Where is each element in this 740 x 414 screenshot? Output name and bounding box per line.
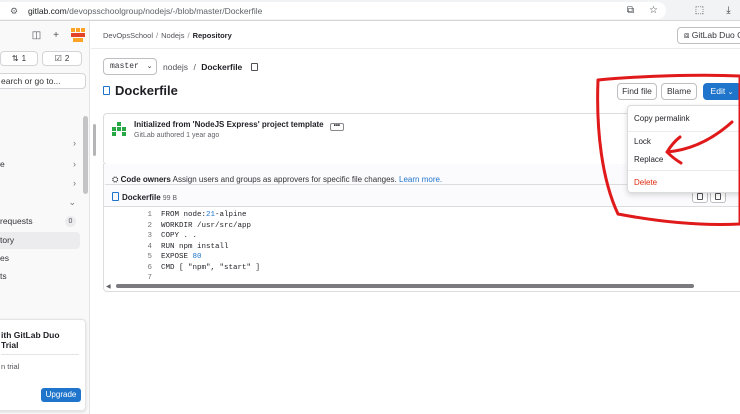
duo-chat-icon: ⧈ (684, 30, 690, 40)
sidebar-item[interactable]: › (0, 175, 80, 192)
todo-icon: ☑ (54, 54, 62, 63)
sidebar-item-branches[interactable]: es (0, 250, 80, 267)
line-number[interactable]: 7 (138, 273, 152, 284)
learn-more-link[interactable]: Learn more. (399, 175, 442, 184)
merge-request-icon: ⇅ (11, 54, 19, 63)
code-line: 1 FROM node:21-alpine (104, 210, 740, 221)
main-content: DevOpsSchool / Nodejs / Repository ⧈ GitLab … (91, 21, 740, 414)
file-name: Dockerfile (122, 193, 161, 202)
code-line: 3 COPY . . (104, 231, 740, 242)
count-badge: 0 (65, 216, 76, 227)
upgrade-button[interactable]: Upgrade (41, 388, 81, 402)
line-source: EXPOSE 80 (161, 253, 202, 261)
plus-icon[interactable]: + (53, 30, 59, 41)
promo-title: ith GitLab Duo Trial (1, 330, 60, 350)
edit-dropdown-menu: Copy permalink Lock Replace Delete (627, 105, 740, 193)
edit-button[interactable]: Edit ⌄ (703, 83, 740, 100)
line-number[interactable]: 5 (138, 252, 152, 263)
menu-item-copy-permalink[interactable]: Copy permalink (634, 113, 740, 125)
line-source: RUN npm install (161, 242, 229, 251)
path-root-link[interactable]: nodejs (163, 62, 188, 72)
address-bar[interactable]: ⚙ gitlab.com/devopsschoolgroup/nodejs/-/… (0, 2, 666, 19)
extensions-icon[interactable]: ⬚ (693, 4, 706, 17)
menu-item-replace[interactable]: Replace (634, 154, 740, 166)
url-text: gitlab.com/devopsschoolgroup/nodejs/-/bl… (28, 5, 263, 16)
file-icon (103, 86, 110, 95)
file-viewer: Dockerfile 99 B 1 FROM node:21-alpine 2 WORK… (103, 184, 740, 292)
breadcrumb: DevOpsSchool / Nodejs / Repository (103, 31, 232, 40)
code-line: 7 (104, 273, 740, 284)
avatar[interactable] (71, 28, 85, 42)
top-bar: DevOpsSchool / Nodejs / Repository ⧈ GitLab … (91, 21, 740, 49)
breadcrumb-item[interactable]: Nodejs (161, 31, 184, 40)
menu-item-delete[interactable]: Delete (634, 177, 740, 189)
chevron-down-icon: ⌄ (146, 63, 153, 71)
line-number[interactable]: 4 (138, 242, 152, 253)
chevron-right-icon: › (73, 178, 76, 188)
sidebar-item-repository[interactable]: tory (0, 232, 80, 249)
horizontal-scrollbar[interactable]: ◀ (104, 283, 740, 290)
code-content: 1 FROM node:21-alpine 2 WORKDIR /usr/src/ap… (104, 210, 740, 284)
code-line: 4 RUN npm install (104, 242, 740, 253)
breadcrumb-current[interactable]: Repository (193, 31, 232, 40)
code-line: 6 CMD [ "npm", "start" ] (104, 263, 740, 274)
line-number[interactable]: 6 (138, 263, 152, 274)
copy-path-icon[interactable] (250, 63, 258, 71)
sidebar-scrollbar[interactable] (83, 116, 88, 194)
line-number[interactable]: 1 (138, 210, 152, 221)
menu-item-lock[interactable]: Lock (634, 136, 740, 148)
file-size: 99 B (162, 195, 178, 202)
sidebar-item-merge-requests[interactable]: requests 0 (0, 213, 80, 230)
merge-requests-chip[interactable]: ⇅ 1 (0, 51, 38, 66)
avatar (112, 122, 126, 136)
code-line: 2 WORKDIR /usr/src/app (104, 221, 740, 232)
line-number[interactable]: 2 (138, 221, 152, 232)
commit-title[interactable]: Initialized from 'NodeJS Express' projec… (134, 120, 344, 131)
todos-chip[interactable]: ☑ 2 (42, 51, 82, 66)
bookmark-star-icon[interactable]: ☆ (647, 4, 660, 17)
gitlab-duo-button[interactable]: ⧈ GitLab Duo C (677, 27, 740, 44)
site-info-icon[interactable]: ⚙ (8, 5, 20, 17)
search-input[interactable]: earch or go to... (0, 73, 86, 89)
code-line: 5 EXPOSE 80 (104, 252, 740, 263)
duo-trial-card: ith GitLab Duo Trial n trial Upgrade (0, 319, 86, 411)
path-file: Dockerfile (201, 62, 243, 72)
line-source: COPY . . (161, 232, 198, 240)
copy-icon (697, 193, 703, 200)
blame-button[interactable]: Blame (661, 83, 697, 100)
file-icon (112, 192, 119, 201)
sidebar-item-commits[interactable]: ts (0, 268, 80, 285)
sidebar-item[interactable]: e › (0, 156, 80, 173)
scrollbar-thumb[interactable] (116, 284, 694, 288)
more-options-icon[interactable]: ••• (329, 123, 344, 131)
line-source: CMD [ "npm", "start" ] (161, 263, 261, 272)
line-source: FROM node:21-alpine (161, 211, 247, 219)
line-source: WORKDIR /usr/src/app (161, 221, 252, 230)
page-title: Dockerfile (103, 83, 178, 98)
install-app-icon[interactable]: ⧉ (624, 4, 637, 17)
find-file-button[interactable]: Find file (617, 83, 657, 100)
content-scrollbar[interactable] (93, 124, 96, 156)
last-commit: Initialized from 'NodeJS Express' projec… (103, 113, 643, 165)
scroll-left-icon[interactable]: ◀ (106, 283, 111, 290)
chevron-right-icon: › (73, 138, 76, 148)
sidebar-item[interactable]: › (0, 135, 80, 152)
browser-toolbar: ⚙ gitlab.com/devopsschoolgroup/nodejs/-/… (0, 0, 740, 21)
chevron-down-icon: ⌄ (727, 89, 734, 96)
sidebar-item-code[interactable]: ⌄ (0, 194, 80, 211)
branch-selector[interactable]: master ⌄ (103, 58, 157, 75)
breadcrumb-item[interactable]: DevOpsSchool (103, 31, 153, 40)
chevron-down-icon: ⌄ (68, 197, 76, 207)
commit-author: GitLab authored 1 year ago (134, 132, 220, 139)
file-path: nodejs / Dockerfile (163, 62, 258, 72)
code-owners-icon: ⛭ (112, 175, 119, 184)
download-icon[interactable]: ⤓ (722, 4, 735, 17)
promo-subtitle: n trial (1, 362, 20, 371)
collapse-sidebar-icon[interactable]: ◫ (32, 30, 41, 41)
line-number[interactable]: 3 (138, 231, 152, 242)
left-sidebar: ◫ + ⇅ 1 ☑ 2 earch or go to... › e › › ⌄ (0, 21, 90, 414)
chevron-right-icon: › (73, 159, 76, 169)
raw-file-icon (715, 193, 721, 200)
